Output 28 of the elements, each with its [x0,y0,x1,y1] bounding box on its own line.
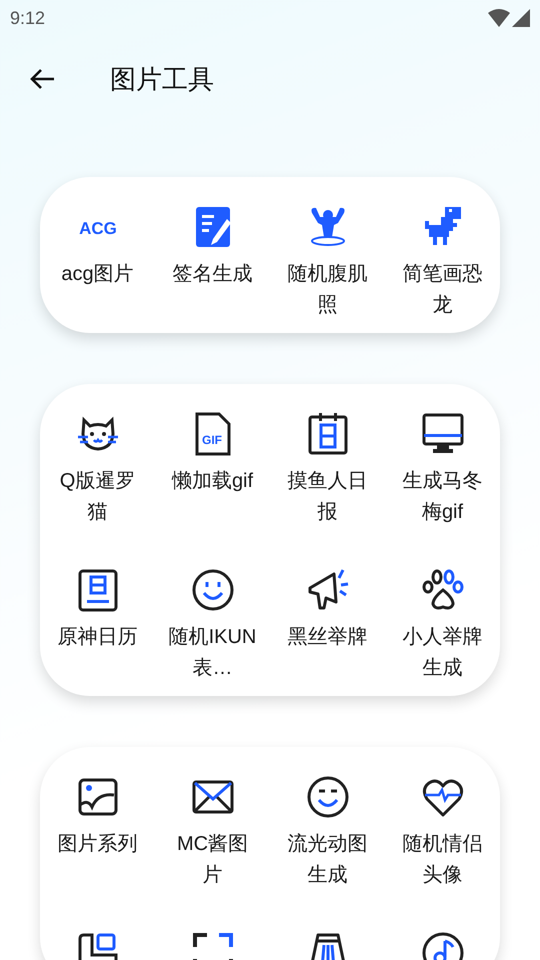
tool-label[interactable]: 摸鱼人日报 [282,466,372,528]
book-icon [76,568,120,612]
tool-label[interactable]: 原神日历 [52,622,142,653]
tool-label[interactable]: acg图片 [52,259,142,290]
page-title: 图片工具 [110,62,214,96]
tool-label[interactable]: 懒加载gif [168,466,258,497]
signal-icon [512,9,530,27]
paw-print-icon [420,568,464,612]
smiley-icon [306,775,350,819]
tool-label[interactable]: 随机IKUN表… [168,622,258,684]
calendar-icon [306,412,350,456]
tool-label[interactable]: 生成马冬梅gif [398,466,488,528]
tool-label[interactable]: Q版暹罗猫 [52,466,142,528]
smiley-icon [190,568,234,612]
wifi-icon [488,9,510,27]
tool-label[interactable]: 流光动图生成 [282,829,372,891]
monitor-icon [420,412,464,456]
tool-label[interactable]: 图片系列 [52,829,142,860]
status-time: 9:12 [10,6,46,30]
tool-label[interactable]: 黑丝举牌 [282,622,372,653]
acg-logo-icon: ACG [76,205,120,249]
tool-label[interactable]: 随机腹肌照 [282,259,372,321]
tool-label[interactable]: MC酱图片 [168,829,258,891]
tool-label[interactable]: 简笔画恐龙 [398,259,488,321]
tool-label[interactable]: 小人举牌生成 [398,622,488,684]
tool-label[interactable]: 签名生成 [168,259,258,290]
tool-label[interactable]: 随机情侣头像 [398,829,488,891]
megaphone-icon [306,568,350,612]
